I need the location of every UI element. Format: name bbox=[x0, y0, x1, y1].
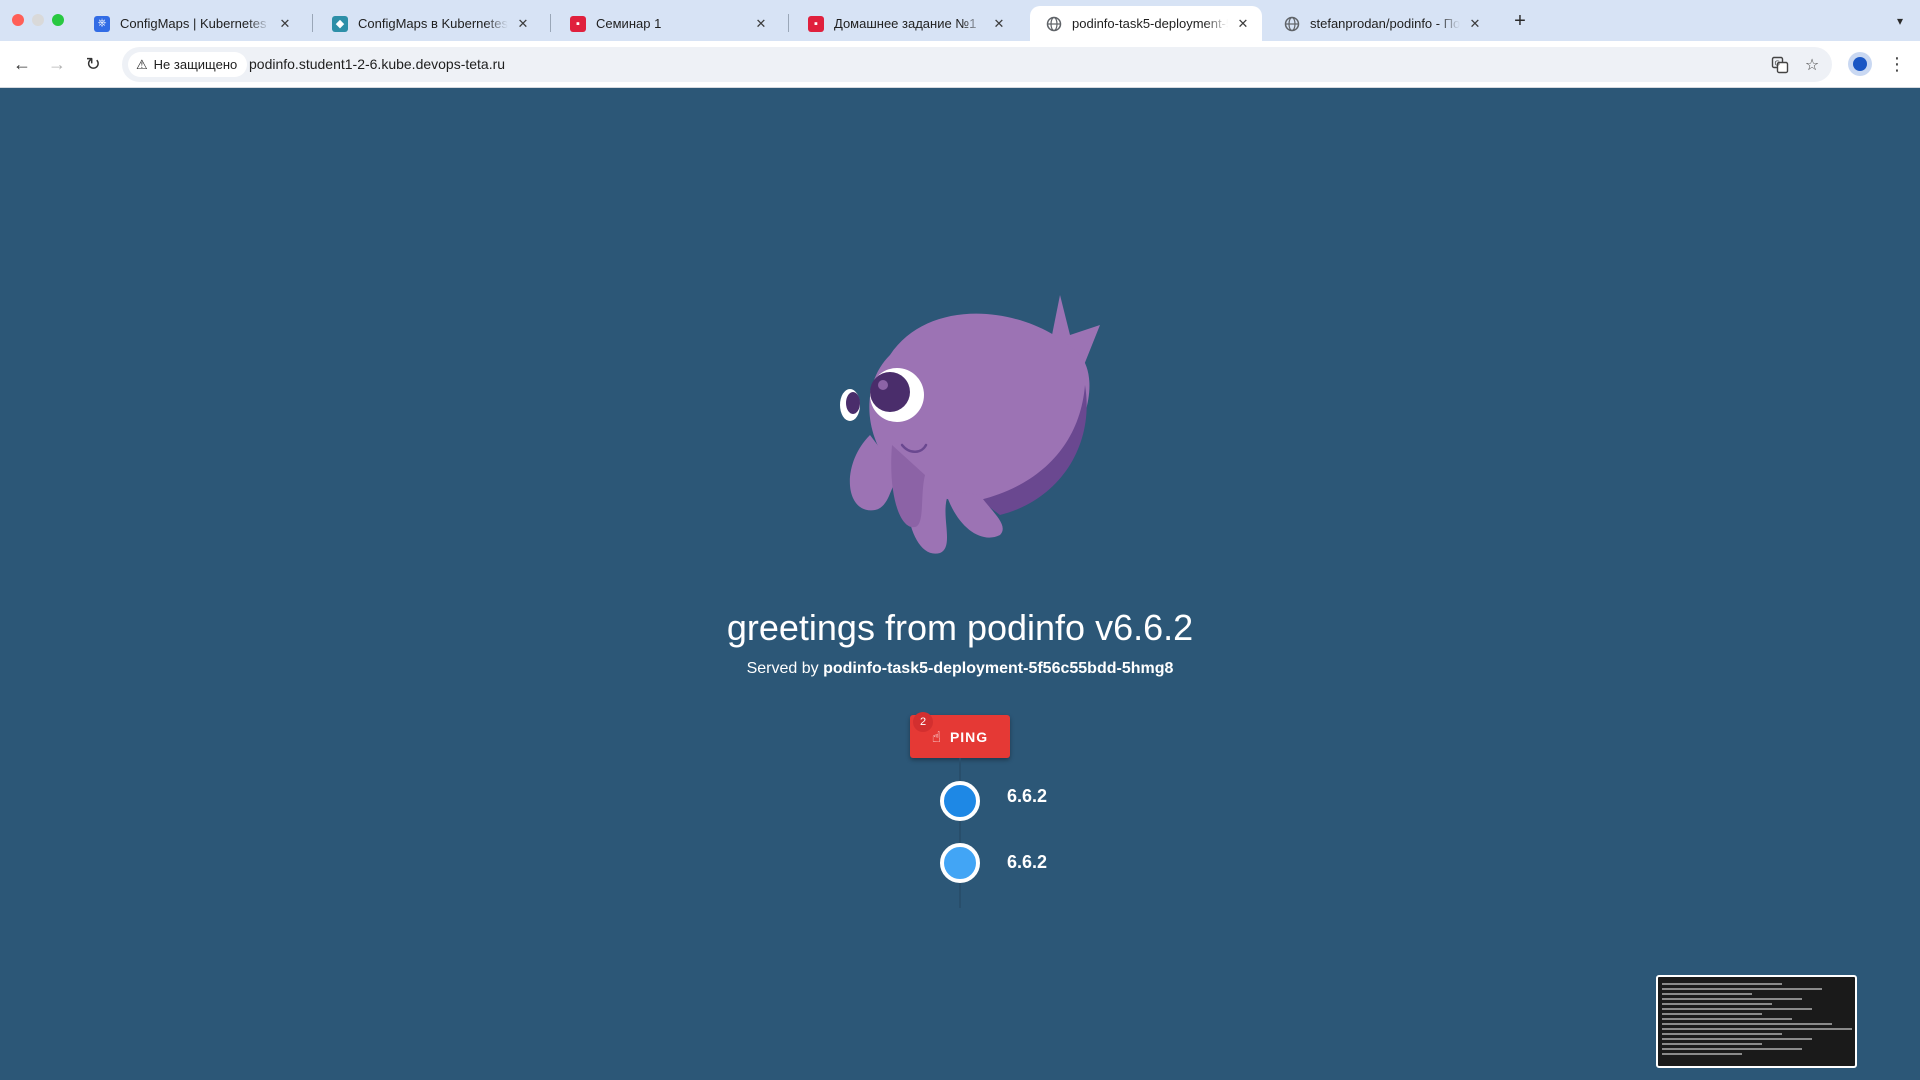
terminal-text-line bbox=[1662, 1008, 1812, 1010]
timeline-version-label: 6.6.2 bbox=[1007, 786, 1048, 806]
greeting-title: greetings from podinfo v6.6.2 bbox=[726, 607, 1194, 648]
red-app-icon: ▪ bbox=[570, 15, 586, 32]
kebab-menu-icon[interactable]: ⋮ bbox=[1885, 52, 1909, 76]
forward-arrow-icon[interactable]: → bbox=[45, 52, 69, 76]
tab-homework[interactable]: ▪ Домашнее задание №1 ✕ bbox=[792, 6, 1018, 41]
terminal-text-line bbox=[1662, 1033, 1782, 1035]
tab-separator bbox=[312, 14, 313, 32]
url-text[interactable]: podinfo.student1-2-6.kube.devops-teta.ru bbox=[249, 56, 505, 72]
terminal-text-line bbox=[1662, 1013, 1762, 1015]
terminal-text-line bbox=[1662, 988, 1822, 990]
close-icon[interactable]: ✕ bbox=[1466, 15, 1484, 33]
tab-search-button[interactable]: ▾ bbox=[1888, 9, 1912, 33]
tab-title: Семинар 1 bbox=[596, 16, 662, 31]
profile-avatar[interactable] bbox=[1848, 52, 1872, 76]
close-icon[interactable]: ✕ bbox=[990, 15, 1008, 33]
served-by-text: Served by podinfo-task5-deployment-5f56c… bbox=[0, 660, 1920, 678]
bookmark-star-icon[interactable]: ☆ bbox=[1800, 53, 1824, 77]
terminal-text-line bbox=[1662, 1038, 1812, 1040]
podinfo-mascot-logo bbox=[830, 295, 1110, 565]
terminal-text-line bbox=[1662, 1028, 1852, 1030]
person-icon bbox=[1853, 57, 1867, 71]
timeline-version-label: 6.6.2 bbox=[1007, 852, 1048, 872]
terminal-text-line bbox=[1662, 1053, 1742, 1055]
ping-button-label: PING bbox=[949, 728, 989, 745]
served-by-hostname: podinfo-task5-deployment-5f56c55bdd-5hmg… bbox=[823, 660, 1174, 677]
red-app-icon: ▪ bbox=[808, 15, 824, 32]
terminal-text-line bbox=[1662, 983, 1782, 985]
tab-github-search[interactable]: stefanprodan/podinfo - Поиск ✕ bbox=[1268, 6, 1494, 41]
close-icon[interactable]: ✕ bbox=[752, 15, 770, 33]
tab-configmaps-nuances[interactable]: ◆ ConfigMaps в Kubernetes: нюансы ✕ bbox=[316, 6, 542, 41]
timeline-dot bbox=[940, 843, 980, 883]
window-minimize-button[interactable] bbox=[32, 14, 44, 26]
tab-title: Домашнее задание №1 bbox=[834, 16, 977, 31]
window-close-button[interactable] bbox=[12, 14, 24, 26]
back-arrow-icon[interactable]: ← bbox=[10, 52, 34, 76]
terminal-text-line bbox=[1662, 1003, 1772, 1005]
warning-icon: ⚠ bbox=[136, 56, 148, 72]
tab-strip: ⎈ ConfigMaps | Kubernetes ✕ ◆ ConfigMaps… bbox=[0, 0, 1920, 41]
browser-toolbar: ← → ↻ ⚠ Не защищено podinfo.student1-2-6… bbox=[0, 41, 1920, 88]
close-icon[interactable]: ✕ bbox=[514, 15, 532, 33]
security-chip[interactable]: ⚠ Не защищено bbox=[128, 52, 248, 77]
globe-icon bbox=[1284, 16, 1300, 32]
tab-title: podinfo-task5-deployment-5f56c55bdd-5hmg… bbox=[1072, 16, 1228, 31]
reload-icon[interactable]: ↻ bbox=[81, 52, 105, 76]
terminal-text-line bbox=[1662, 998, 1802, 1000]
security-label: Не защищено bbox=[153, 57, 238, 72]
ping-count-badge: 2 bbox=[913, 712, 933, 732]
terminal-text-line bbox=[1662, 1018, 1792, 1020]
kubernetes-icon: ⎈ bbox=[94, 15, 110, 32]
terminal-text-line bbox=[1662, 1048, 1802, 1050]
tab-configmaps-kubernetes[interactable]: ⎈ ConfigMaps | Kubernetes ✕ bbox=[78, 6, 304, 41]
translate-icon[interactable]: G bbox=[1768, 53, 1792, 77]
tab-title: stefanprodan/podinfo - Поиск bbox=[1310, 16, 1460, 31]
configmap-icon: ◆ bbox=[332, 15, 348, 32]
new-tab-button[interactable]: + bbox=[1508, 9, 1532, 33]
globe-icon bbox=[1046, 16, 1062, 32]
tab-seminar[interactable]: ▪ Семинар 1 ✕ bbox=[554, 6, 780, 41]
terminal-window-thumbnail[interactable] bbox=[1656, 975, 1857, 1068]
close-icon[interactable]: ✕ bbox=[1234, 15, 1252, 33]
tab-title: ConfigMaps в Kubernetes: нюансы bbox=[358, 16, 508, 31]
tab-title: ConfigMaps | Kubernetes bbox=[120, 16, 267, 31]
terminal-text-line bbox=[1662, 1043, 1762, 1045]
window-zoom-button[interactable] bbox=[52, 14, 64, 26]
svg-text:G: G bbox=[1775, 60, 1780, 68]
served-by-prefix: Served by bbox=[746, 660, 819, 677]
tab-separator bbox=[788, 14, 789, 32]
hand-pointer-icon: ☝ bbox=[931, 728, 942, 746]
timeline-dot bbox=[940, 781, 980, 821]
terminal-text-line bbox=[1662, 1023, 1832, 1025]
tab-podinfo[interactable]: podinfo-task5-deployment-5f56c55bdd-5hmg… bbox=[1030, 6, 1262, 41]
tab-separator bbox=[550, 14, 551, 32]
close-icon[interactable]: ✕ bbox=[276, 15, 294, 33]
address-bar[interactable]: ⚠ Не защищено podinfo.student1-2-6.kube.… bbox=[122, 47, 1832, 82]
terminal-text-line bbox=[1662, 993, 1752, 995]
